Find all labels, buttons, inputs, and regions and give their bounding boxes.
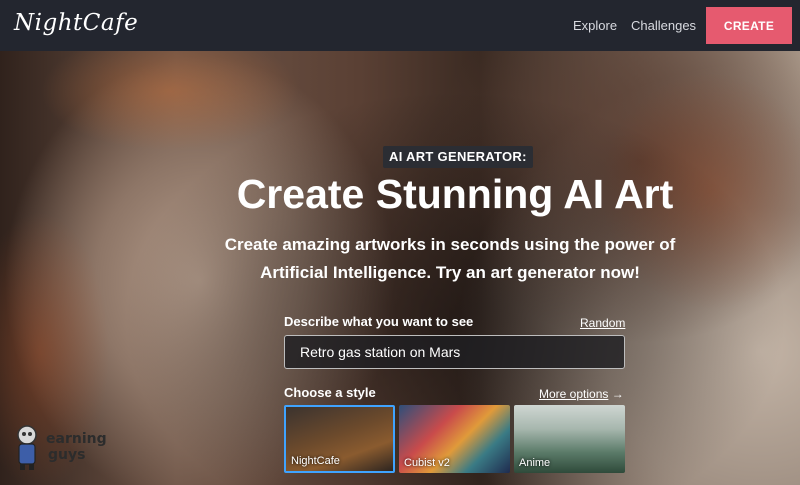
style-label: Choose a style — [284, 385, 376, 400]
arrow-right-icon: → — [611, 387, 624, 401]
hero-badge: AI ART GENERATOR: — [383, 146, 533, 168]
hero-subtitle: Create amazing artworks in seconds using… — [224, 235, 676, 282]
prompt-input[interactable] — [284, 335, 625, 369]
prompt-label: Describe what you want to see — [284, 314, 474, 329]
style-card-name: NightCafe — [291, 455, 340, 467]
nightcafe-logo[interactable]: NightCafe — [14, 10, 138, 36]
top-navbar: NightCafe Explore Challenges CREATE — [0, 0, 800, 51]
random-prompt-link[interactable]: Random — [580, 316, 625, 330]
style-card-name: Anime — [519, 457, 551, 469]
earning-guys-watermark: earning guys — [12, 423, 112, 473]
more-options-link[interactable]: More options → — [539, 387, 624, 401]
style-card-name: Cubist v2 — [404, 457, 450, 469]
hero-section: AI ART GENERATOR: Create Stunning AI Art… — [0, 51, 800, 485]
nav-challenges-link[interactable]: Challenges — [631, 18, 696, 33]
create-button[interactable]: CREATE — [706, 7, 792, 44]
hero-headline: Create Stunning AI Art — [236, 171, 674, 217]
watermark-text: earning — [46, 431, 107, 447]
more-options-label: More options — [539, 387, 609, 401]
style-card-cubist-v2[interactable]: Cubist v2 — [399, 405, 510, 473]
style-card-nightcafe[interactable]: NightCafe — [284, 405, 395, 473]
nav-explore-link[interactable]: Explore — [573, 18, 617, 33]
watermark-text: guys — [48, 447, 86, 463]
style-card-anime[interactable]: Anime — [514, 405, 625, 473]
mascot-icon — [17, 425, 37, 470]
